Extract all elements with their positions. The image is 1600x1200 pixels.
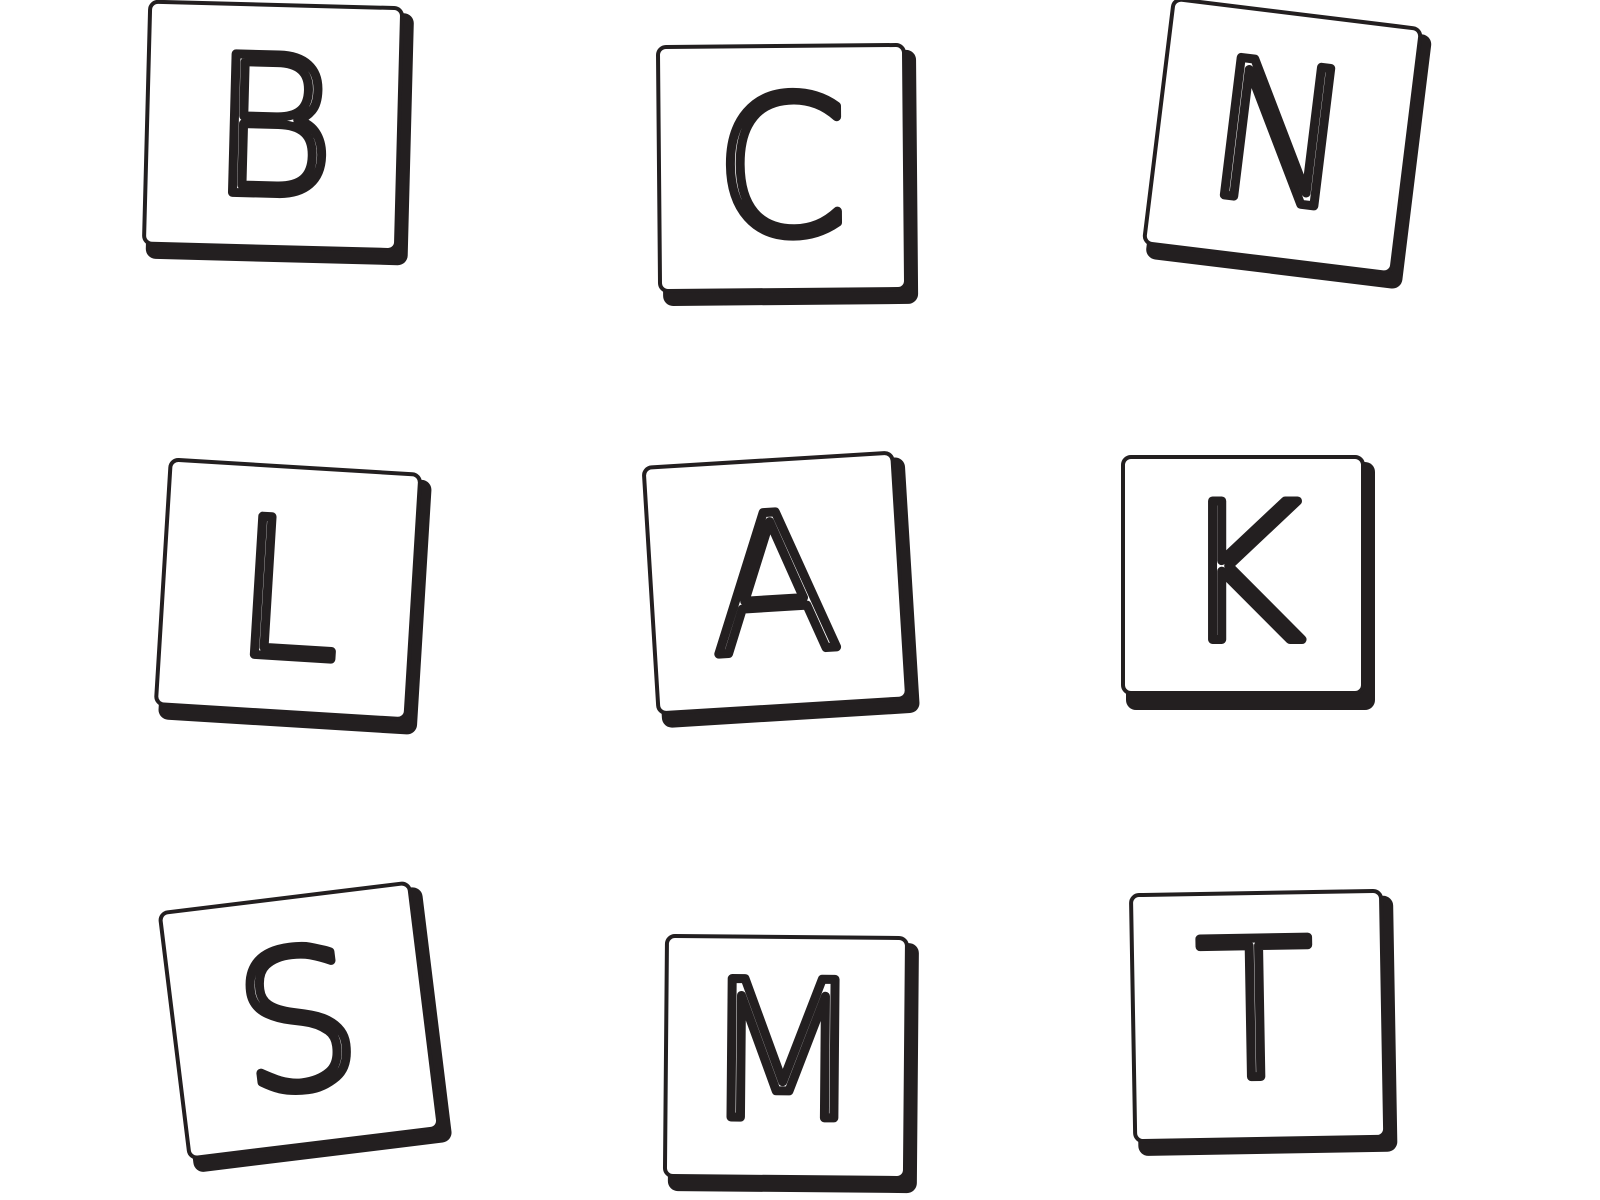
block-c: C	[656, 43, 919, 306]
block-letter-c: C	[714, 57, 849, 279]
block-a: A	[642, 451, 920, 728]
block-t: T	[1129, 888, 1398, 1156]
block-letter-m: M	[700, 941, 866, 1163]
block-l: L	[154, 457, 432, 735]
block-b: B	[142, 0, 414, 266]
block-n: N	[1142, 0, 1432, 289]
block-m: M	[662, 934, 919, 1194]
block-letter-t: T	[1195, 900, 1315, 1123]
block-s: S	[158, 881, 452, 1172]
block-k: K	[1121, 455, 1375, 710]
letter-blocks-grid: B C N L A K S M T	[142, 0, 1432, 1194]
block-letter-k: K	[1180, 464, 1305, 685]
block-letter-b: B	[208, 16, 338, 240]
block-letter-l: L	[228, 477, 347, 704]
block-letter-n: N	[1196, 17, 1364, 254]
block-letter-a: A	[702, 471, 845, 700]
